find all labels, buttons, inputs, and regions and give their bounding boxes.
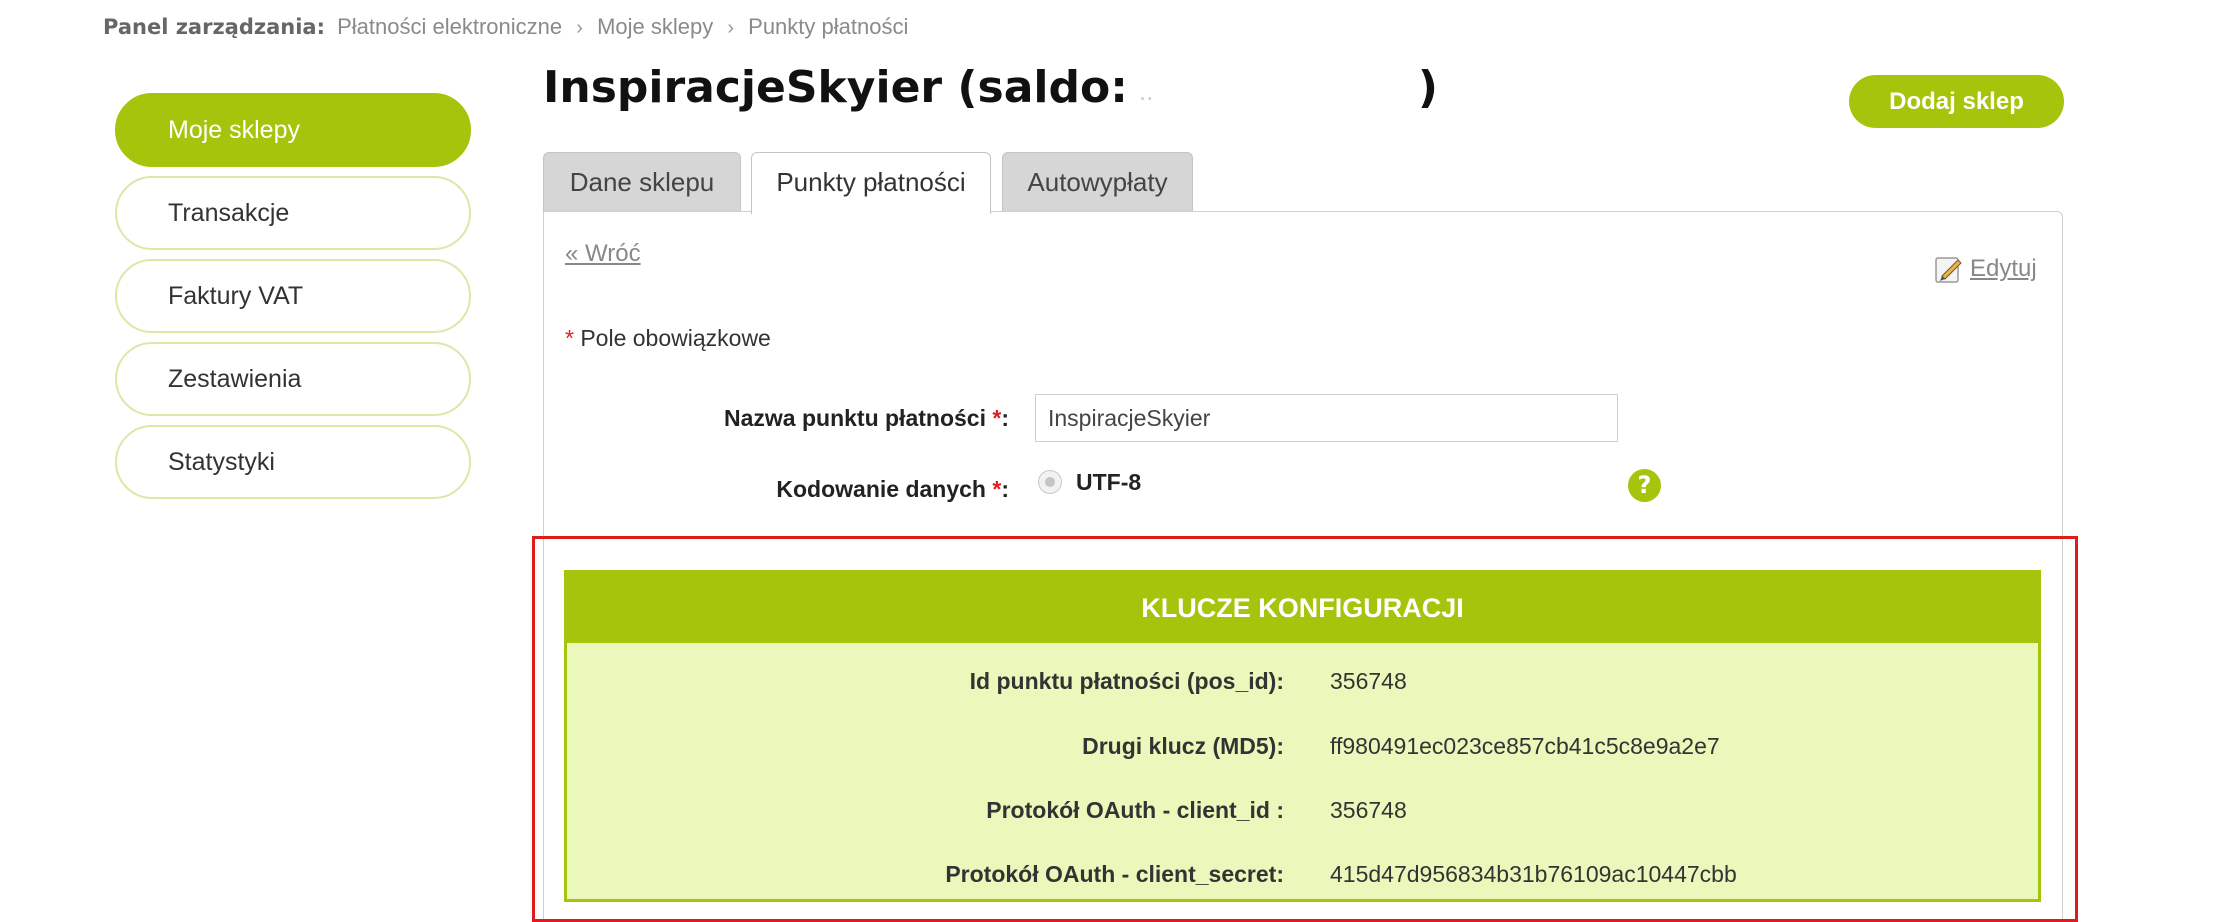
encoding-field-label: Kodowanie danych *:: [776, 476, 1009, 503]
breadcrumb-item-my-shops[interactable]: Moje sklepy: [597, 14, 713, 39]
tab-auto-payouts[interactable]: Autowypłaty: [1002, 152, 1193, 212]
edit-action[interactable]: Edytuj: [1934, 254, 2037, 284]
sidebar-item-label: Zestawienia: [168, 365, 302, 393]
required-note: * Pole obowiązkowe: [565, 325, 771, 352]
pos-id-label: Id punktu płatności (pos_id):: [969, 668, 1284, 694]
config-keys-box: KLUCZE KONFIGURACJI Id punktu płatności …: [564, 570, 2041, 902]
utf8-radio[interactable]: [1038, 470, 1062, 494]
sidebar-item-statistics[interactable]: Statystyki: [115, 425, 471, 499]
sidebar-item-my-shops[interactable]: Moje sklepy: [115, 93, 471, 167]
breadcrumb-lead: Panel zarządzania:: [103, 15, 325, 39]
sidebar-item-reports[interactable]: Zestawienia: [115, 342, 471, 416]
required-star: *: [992, 405, 1002, 431]
pos-id-value: 356748: [1330, 668, 1407, 694]
tab-payment-points[interactable]: Punkty płatności: [751, 152, 991, 214]
oauth-client-secret-label: Protokół OAuth - client_secret:: [945, 861, 1284, 887]
md5-key-label: Drugi klucz (MD5):: [1082, 733, 1284, 759]
sidebar-item-transactions[interactable]: Transakcje: [115, 176, 471, 250]
payment-point-name-input[interactable]: [1035, 394, 1618, 442]
name-field-label: Nazwa punktu płatności *:: [724, 405, 1009, 432]
tab-shop-data[interactable]: Dane sklepu: [543, 152, 741, 212]
encoding-label-text: Kodowanie danych: [776, 476, 993, 502]
label-colon: :: [1001, 476, 1009, 502]
page-title-suffix: ): [1417, 62, 1438, 113]
sidebar-item-label: Transakcje: [168, 199, 290, 227]
name-label-text: Nazwa punktu płatności: [724, 405, 993, 431]
sidebar-item-label: Moje sklepy: [168, 116, 300, 144]
page-title: InspiracjeSkyier (saldo: .. ): [543, 62, 1438, 113]
md5-key-value: ff980491ec023ce857cb41c5c8e9a2e7: [1330, 733, 1720, 759]
oauth-client-id-label: Protokół OAuth - client_id :: [986, 797, 1284, 823]
required-text: Pole obowiązkowe: [573, 325, 771, 351]
oauth-client-secret-value: 415d47d956834b31b76109ac10447cbb: [1330, 861, 1737, 887]
oauth-client-id-value: 356748: [1330, 797, 1407, 823]
utf8-radio-label: UTF-8: [1076, 469, 1142, 495]
redaction-dots: ..: [1139, 87, 1155, 104]
breadcrumb-separator: ›: [727, 17, 735, 39]
sidebar-item-label: Statystyki: [168, 448, 275, 476]
balance-redacted: ..: [1128, 68, 1418, 108]
config-keys-title: KLUCZE KONFIGURACJI: [567, 573, 2038, 643]
required-star: *: [565, 325, 574, 351]
edit-link[interactable]: Edytuj: [1970, 255, 2037, 283]
pencil-icon: [1935, 257, 1962, 283]
sidebar-item-label: Faktury VAT: [168, 282, 304, 310]
breadcrumb-separator: ›: [576, 17, 583, 39]
breadcrumb-item-payments[interactable]: Płatności elektroniczne: [337, 14, 562, 39]
help-icon[interactable]: ?: [1628, 469, 1661, 502]
page-title-text: InspiracjeSkyier (saldo:: [543, 62, 1128, 113]
back-link[interactable]: « Wróć: [565, 240, 641, 268]
breadcrumb: Panel zarządzania: Płatności elektronicz…: [103, 14, 908, 40]
add-shop-button[interactable]: Dodaj sklep: [1849, 75, 2064, 128]
breadcrumb-item-payment-points: Punkty płatności: [748, 14, 909, 39]
label-colon: :: [1001, 405, 1009, 431]
sidebar-item-vat-invoices[interactable]: Faktury VAT: [115, 259, 471, 333]
required-star: *: [992, 476, 1002, 502]
